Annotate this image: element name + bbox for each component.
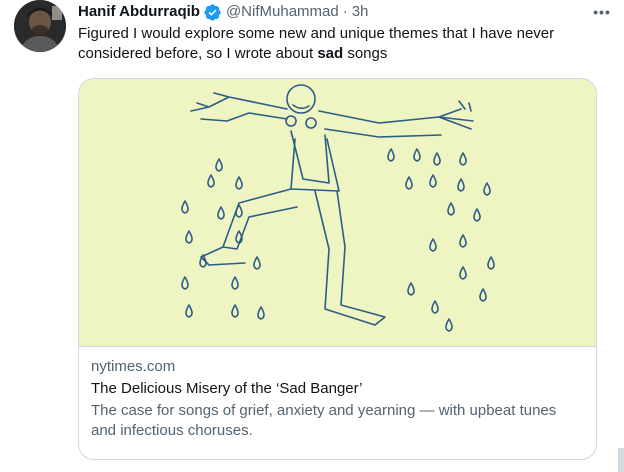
verified-badge-icon <box>203 3 222 22</box>
card-title: The Delicious Misery of the ‘Sad Banger’ <box>91 380 363 397</box>
tweet-text-part: songs <box>343 45 388 62</box>
avatar[interactable] <box>14 0 66 52</box>
more-options-icon[interactable]: ••• <box>590 2 614 22</box>
tweet[interactable]: Hanif Abdurraqib @NifMuhammad · 3h ••• F… <box>0 0 624 472</box>
card-description: The case for songs of grief, anxiety and… <box>91 402 557 439</box>
tweet-text: Figured I would explore some new and uni… <box>78 24 598 64</box>
display-name[interactable]: Hanif Abdurraqib <box>78 2 200 22</box>
tweet-header: Hanif Abdurraqib @NifMuhammad · 3h <box>78 2 368 22</box>
card-body: nytimes.com The Delicious Misery of the … <box>79 347 596 441</box>
link-card[interactable]: nytimes.com The Delicious Misery of the … <box>78 78 597 460</box>
separator: · <box>342 3 348 20</box>
scrollbar[interactable] <box>618 448 624 472</box>
tweet-text-bold: sad <box>317 45 344 62</box>
card-domain: nytimes.com <box>91 358 176 375</box>
handle[interactable]: @NifMuhammad <box>226 2 339 22</box>
card-illustration[interactable] <box>79 79 596 347</box>
timestamp[interactable]: 3h <box>352 2 369 22</box>
